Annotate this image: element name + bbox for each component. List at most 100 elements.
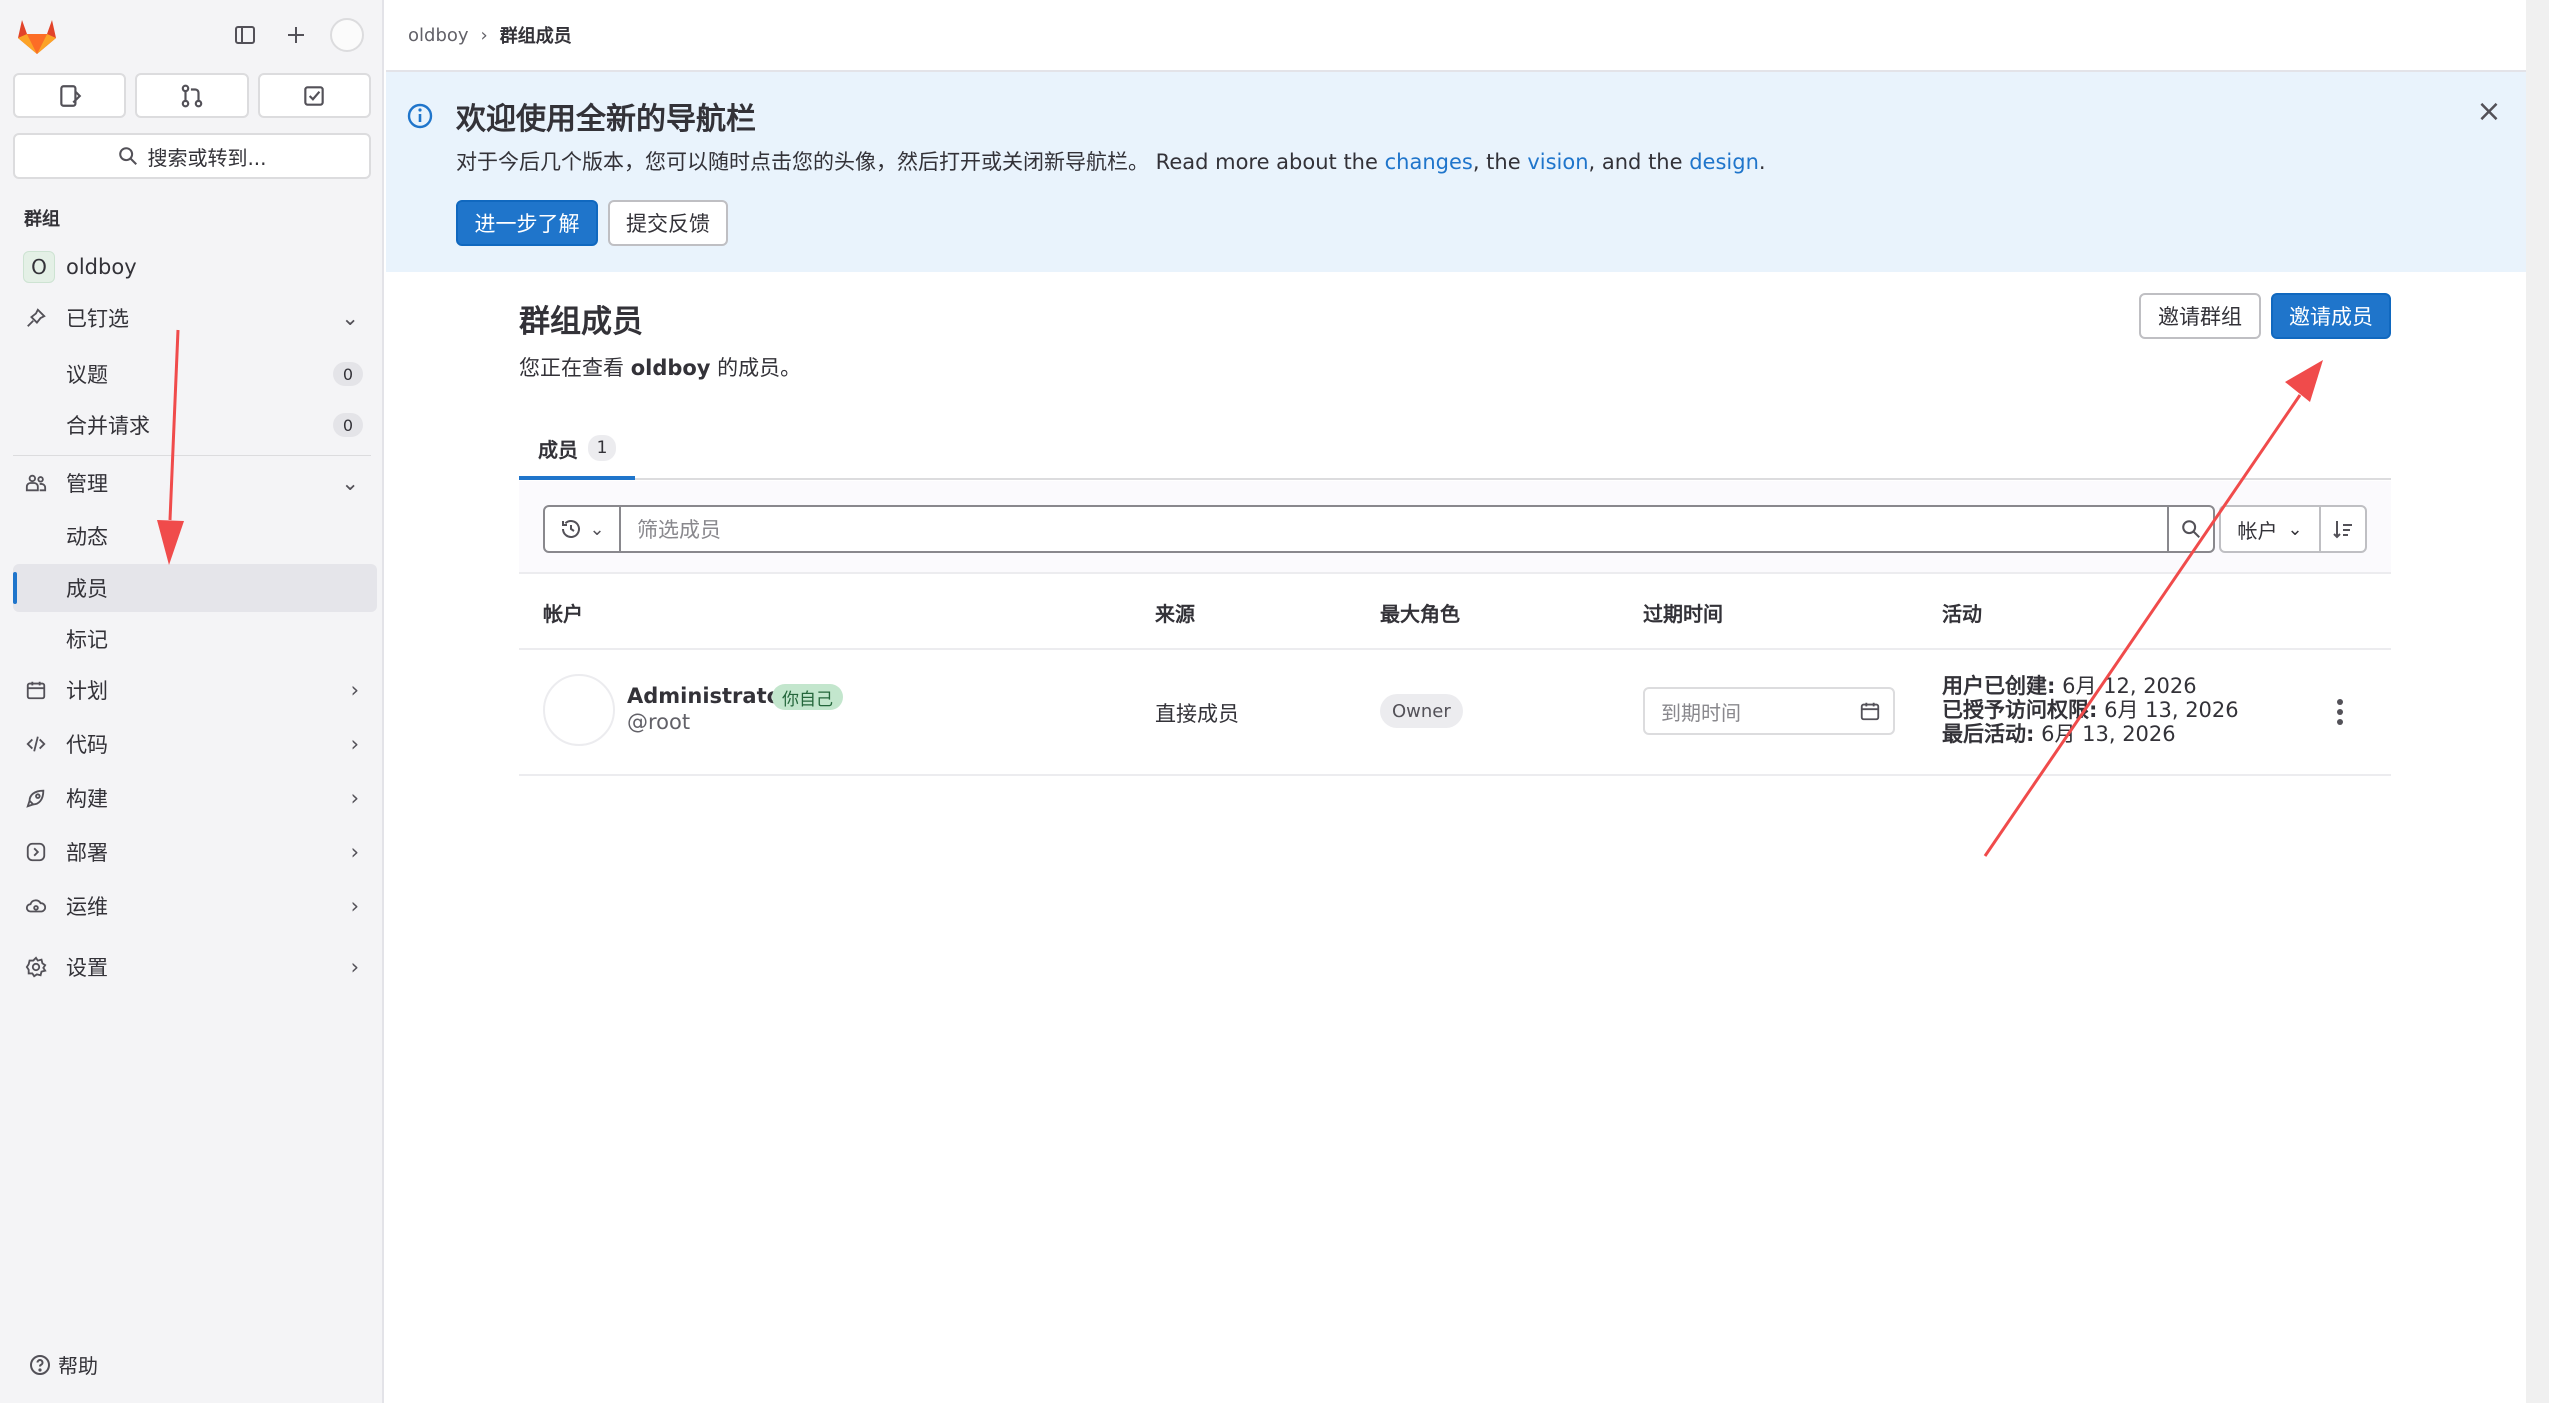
sidebar-item-code[interactable]: 代码 › — [13, 720, 377, 768]
member-name[interactable]: Administrator — [627, 684, 791, 708]
activity-value: 6月 13, 2026 — [2034, 722, 2176, 746]
help-icon — [30, 1354, 50, 1375]
member-source: 直接成员 — [1155, 702, 1239, 726]
user-avatar[interactable] — [330, 18, 364, 52]
expiration-placeholder: 到期时间 — [1661, 700, 1741, 725]
sort-dropdown[interactable]: 帐户 ⌄ — [2219, 505, 2321, 553]
gear-icon — [23, 954, 49, 980]
calendar-icon — [1859, 700, 1881, 722]
sidebar-item-deploy[interactable]: 部署 › — [13, 828, 377, 876]
merge-request-icon — [181, 84, 203, 107]
filter-members-input[interactable]: 筛选成员 — [619, 505, 2169, 553]
invite-group-button[interactable]: 邀请群组 — [2139, 293, 2261, 339]
design-link[interactable]: design — [1689, 150, 1759, 174]
sidebar-item-operate[interactable]: 运维 › — [13, 882, 377, 930]
sidebar-toggle-icon[interactable] — [228, 18, 262, 52]
sidebar-item-label: 计划 — [66, 679, 108, 703]
member-username: @root — [627, 710, 691, 734]
sidebar: 搜索或转到... 群组 O oldboy 已钉选 ⌄ 议题 0 合并请求 0 管… — [0, 0, 384, 1403]
column-header-max-role: 最大角色 — [1380, 602, 1460, 626]
chevron-down-icon: ⌄ — [2287, 518, 2303, 540]
changes-link[interactable]: changes — [1385, 150, 1473, 174]
activity-label: 最后活动: — [1942, 722, 2035, 746]
sidebar-manage-toggle[interactable]: 管理 ⌄ — [13, 459, 377, 507]
breadcrumb: oldboy › 群组成员 — [386, 0, 2526, 72]
column-header-activity: 活动 — [1942, 602, 1982, 626]
sidebar-item-merge-requests[interactable]: 合并请求 0 — [13, 401, 377, 449]
scrollbar[interactable] — [2526, 0, 2549, 1403]
subtitle-suffix: 的成员。 — [710, 356, 802, 380]
chevron-down-icon: ⌄ — [589, 518, 605, 540]
info-icon — [407, 103, 433, 129]
sidebar-pinned-toggle[interactable]: 已钉选 ⌄ — [13, 294, 377, 342]
sidebar-item-settings[interactable]: 设置 › — [13, 943, 377, 991]
sidebar-search-button[interactable]: 搜索或转到... — [13, 133, 371, 179]
sidebar-item-issues[interactable]: 议题 0 — [13, 350, 377, 398]
sort-direction-button[interactable] — [2319, 505, 2367, 553]
column-header-source: 来源 — [1155, 602, 1195, 626]
calendar-icon — [23, 677, 49, 703]
sidebar-item-label: 运维 — [66, 895, 108, 919]
help-button[interactable]: 帮助 — [28, 1350, 98, 1379]
close-icon[interactable]: × — [2474, 94, 2504, 129]
todos-counter-button[interactable] — [257, 73, 371, 118]
more-actions-icon[interactable] — [2328, 694, 2352, 730]
activity-last: 最后活动: 6月 13, 2026 — [1942, 722, 2239, 746]
sidebar-item-label: 议题 — [66, 363, 108, 387]
table-header-divider — [519, 648, 2391, 650]
sidebar-item-label: 动态 — [66, 525, 108, 549]
expiration-date-input[interactable]: 到期时间 — [1643, 687, 1895, 735]
chevron-right-icon: › — [350, 840, 359, 864]
invite-member-button[interactable]: 邀请成员 — [2271, 293, 2391, 339]
gitlab-logo-icon[interactable] — [16, 16, 58, 56]
activity-value: 6月 13, 2026 — [2097, 698, 2239, 722]
sidebar-item-labels[interactable]: 标记 — [13, 615, 377, 663]
learn-more-button[interactable]: 进一步了解 — [456, 200, 598, 246]
banner-title: 欢迎使用全新的导航栏 — [456, 102, 756, 137]
chevron-right-icon: › — [350, 894, 359, 918]
todo-icon — [304, 85, 325, 106]
breadcrumb-current[interactable]: 群组成员 — [500, 22, 572, 48]
activity-access-granted: 已授予访问权限: 6月 13, 2026 — [1942, 698, 2239, 722]
users-icon — [23, 470, 49, 496]
issues-counter-button[interactable] — [13, 73, 127, 118]
sidebar-item-label: 代码 — [66, 733, 108, 757]
chevron-right-icon: › — [350, 678, 359, 702]
recent-searches-button[interactable]: ⌄ — [543, 505, 621, 553]
issues-count-badge: 0 — [333, 362, 363, 386]
vision-link[interactable]: vision — [1527, 150, 1588, 174]
manage-label: 管理 — [66, 472, 108, 496]
sidebar-item-label: 合并请求 — [66, 414, 150, 438]
member-activity: 用户已创建: 6月 12, 2026 已授予访问权限: 6月 13, 2026 … — [1942, 674, 2239, 746]
sort-lowest-icon — [2333, 521, 2352, 539]
sidebar-item-label: 成员 — [66, 577, 108, 601]
help-label: 帮助 — [58, 1354, 98, 1378]
banner-text-mid1: , the — [1472, 150, 1528, 174]
sidebar-item-label: 部署 — [66, 841, 108, 865]
sidebar-item-activity[interactable]: 动态 — [13, 512, 377, 560]
create-new-icon[interactable] — [279, 18, 313, 52]
tab-members[interactable]: 成员 1 — [519, 420, 635, 480]
sidebar-group-link[interactable]: O oldboy — [13, 243, 377, 291]
sidebar-item-members[interactable]: 成员 — [13, 564, 377, 612]
activity-label: 用户已创建: — [1942, 674, 2056, 698]
filter-search-button[interactable] — [2167, 505, 2215, 553]
chevron-down-icon: ⌄ — [341, 306, 359, 330]
sidebar-item-label: 标记 — [66, 628, 108, 652]
merge-requests-count-badge: 0 — [333, 413, 363, 437]
banner-text-end: . — [1758, 150, 1766, 174]
sidebar-item-plan[interactable]: 计划 › — [13, 666, 377, 714]
sidebar-counters — [13, 73, 371, 118]
table-row-divider — [519, 774, 2391, 776]
sidebar-item-build[interactable]: 构建 › — [13, 774, 377, 822]
code-icon — [23, 731, 49, 757]
merge-requests-counter-button[interactable] — [135, 73, 249, 118]
chevron-right-icon: › — [350, 955, 359, 979]
avatar[interactable] — [543, 674, 615, 746]
role-badge: Owner — [1380, 694, 1463, 728]
group-name: oldboy — [66, 255, 137, 279]
rocket-icon — [23, 785, 49, 811]
column-header-account: 帐户 — [543, 602, 583, 626]
breadcrumb-parent[interactable]: oldboy — [408, 25, 469, 46]
feedback-button[interactable]: 提交反馈 — [608, 200, 728, 246]
